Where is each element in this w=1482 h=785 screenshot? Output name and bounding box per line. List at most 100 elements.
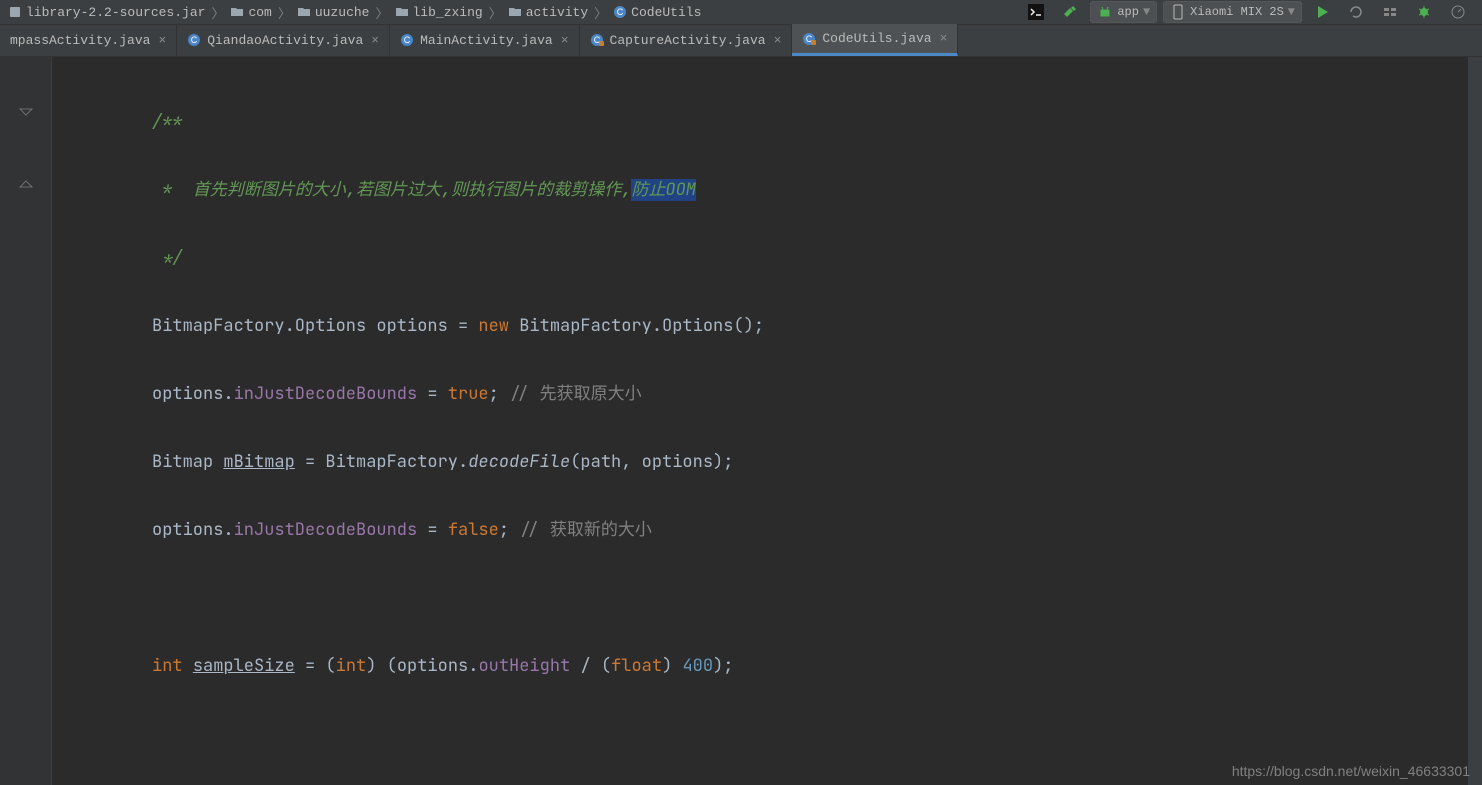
breadcrumb-jar[interactable]: library-2.2-sources.jar <box>4 5 209 20</box>
chevron-down-icon: ▼ <box>1288 5 1295 19</box>
fold-indicator-icon[interactable] <box>17 105 35 123</box>
code-text: = BitmapFactory. <box>295 451 468 473</box>
keyword: new <box>478 315 509 337</box>
keyword: true <box>448 383 489 405</box>
chevron-right-icon: 〉 <box>487 3 504 22</box>
close-icon[interactable]: × <box>940 31 948 46</box>
tab-mainactivity[interactable]: C MainActivity.java × <box>390 24 579 56</box>
variable: mBitmap <box>223 451 294 473</box>
code-text: BitmapFactory.Options options = <box>152 315 478 337</box>
device-selector[interactable]: Xiaomi MIX 2S ▼ <box>1163 1 1302 23</box>
close-icon[interactable]: × <box>774 33 782 48</box>
close-icon[interactable]: × <box>561 33 569 48</box>
tab-label: MainActivity.java <box>420 33 553 48</box>
tab-mpassactivity[interactable]: mpassActivity.java × <box>0 24 177 56</box>
navigation-bar: library-2.2-sources.jar 〉 com 〉 uuzuche … <box>0 0 1482 25</box>
tab-qiandaoactivity[interactable]: C QiandaoActivity.java × <box>177 24 390 56</box>
breadcrumb-uuzuche[interactable]: uuzuche <box>293 5 374 20</box>
code-text: = <box>417 383 448 405</box>
breadcrumb-activity[interactable]: activity <box>504 5 592 20</box>
breadcrumb-com[interactable]: com <box>226 5 275 20</box>
breadcrumb-libzxing[interactable]: lib_zxing <box>391 5 487 20</box>
svg-text:C: C <box>191 35 198 45</box>
breadcrumb-label: CodeUtils <box>631 5 701 20</box>
code-text: ) <box>662 655 682 677</box>
breadcrumb-label: com <box>248 5 271 20</box>
code-text: = <box>417 519 448 541</box>
code-text: ; <box>499 519 519 541</box>
apply-changes-icon[interactable] <box>1342 1 1370 23</box>
doc-comment: */ <box>152 247 183 269</box>
class-icon: C <box>187 33 201 47</box>
code-text: ); <box>713 655 733 677</box>
keyword: int <box>336 655 367 677</box>
comment: // 获取新的大小 <box>519 519 652 541</box>
close-icon[interactable]: × <box>158 33 166 48</box>
close-icon[interactable]: × <box>371 33 379 48</box>
folder-icon <box>508 5 522 19</box>
field: inJustDecodeBounds <box>234 519 418 541</box>
svg-text:C: C <box>617 7 624 17</box>
code-text: ) (options. <box>366 655 478 677</box>
keyword: false <box>448 519 499 541</box>
breadcrumb-label: activity <box>526 5 588 20</box>
tab-captureactivity[interactable]: C CaptureActivity.java × <box>580 24 793 56</box>
breadcrumb-label: uuzuche <box>315 5 370 20</box>
debug-button[interactable] <box>1410 1 1438 23</box>
run-config-label: app <box>1117 5 1139 19</box>
keyword: int <box>152 655 183 677</box>
tab-codeutils[interactable]: C CodeUtils.java × <box>792 24 958 56</box>
chevron-right-icon: 〉 <box>276 3 293 22</box>
breadcrumbs: library-2.2-sources.jar 〉 com 〉 uuzuche … <box>0 3 705 22</box>
class-icon: C <box>400 33 414 47</box>
code-text <box>183 655 193 677</box>
breadcrumb-codeutils[interactable]: C CodeUtils <box>609 5 705 20</box>
hammer-icon[interactable] <box>1056 1 1084 23</box>
code-text: / ( <box>570 655 611 677</box>
tab-label: CodeUtils.java <box>822 31 931 46</box>
class-lock-icon: C <box>590 33 604 47</box>
android-icon <box>1097 4 1113 20</box>
number: 400 <box>682 655 713 677</box>
toolbar-right: app ▼ Xiaomi MIX 2S ▼ <box>1022 1 1482 23</box>
tab-label: mpassActivity.java <box>10 33 150 48</box>
folder-icon <box>297 5 311 19</box>
field: inJustDecodeBounds <box>234 383 418 405</box>
tab-label: CaptureActivity.java <box>610 33 766 48</box>
breadcrumb-label: lib_zxing <box>413 5 483 20</box>
fold-indicator-icon[interactable] <box>17 173 35 191</box>
device-label: Xiaomi MIX 2S <box>1190 5 1284 19</box>
chevron-down-icon: ▼ <box>1143 5 1150 19</box>
code-text: Bitmap <box>152 451 223 473</box>
doc-comment-highlight: 防止OOM <box>631 179 696 201</box>
class-icon: C <box>613 5 627 19</box>
class-lock-icon: C <box>802 32 816 46</box>
scrollbar[interactable] <box>1468 57 1482 785</box>
method-call: decodeFile <box>468 451 570 473</box>
breadcrumb-label: library-2.2-sources.jar <box>26 5 205 20</box>
chevron-right-icon: 〉 <box>592 3 609 22</box>
chevron-right-icon: 〉 <box>209 3 226 22</box>
editor: /** * 首先判断图片的大小,若图片过大,则执行图片的裁剪操作,防止OOM *… <box>0 57 1482 785</box>
terminal-icon[interactable] <box>1022 1 1050 23</box>
code-text: = ( <box>295 655 336 677</box>
jar-icon <box>8 5 22 19</box>
doc-comment: * 首先判断图片的大小,若图片过大,则执行图片的裁剪操作, <box>152 179 631 201</box>
activity-restart-icon[interactable] <box>1376 1 1404 23</box>
code-text: options. <box>152 519 234 541</box>
run-config-selector[interactable]: app ▼ <box>1090 1 1157 23</box>
phone-icon <box>1170 4 1186 20</box>
svg-text:C: C <box>404 35 411 45</box>
code-area[interactable]: /** * 首先判断图片的大小,若图片过大,则执行图片的裁剪操作,防止OOM *… <box>52 57 1468 785</box>
code-text: (path, options); <box>570 451 733 473</box>
variable: sampleSize <box>193 655 295 677</box>
run-button[interactable] <box>1308 1 1336 23</box>
folder-icon <box>230 5 244 19</box>
profiler-icon[interactable] <box>1444 1 1472 23</box>
field: outHeight <box>478 655 570 677</box>
gutter[interactable] <box>0 57 52 785</box>
watermark: https://blog.csdn.net/weixin_46633301 <box>1232 763 1470 779</box>
code-text: options. <box>152 383 234 405</box>
comment: // 先获取原大小 <box>509 383 642 405</box>
code-text: BitmapFactory.Options(); <box>509 315 764 337</box>
